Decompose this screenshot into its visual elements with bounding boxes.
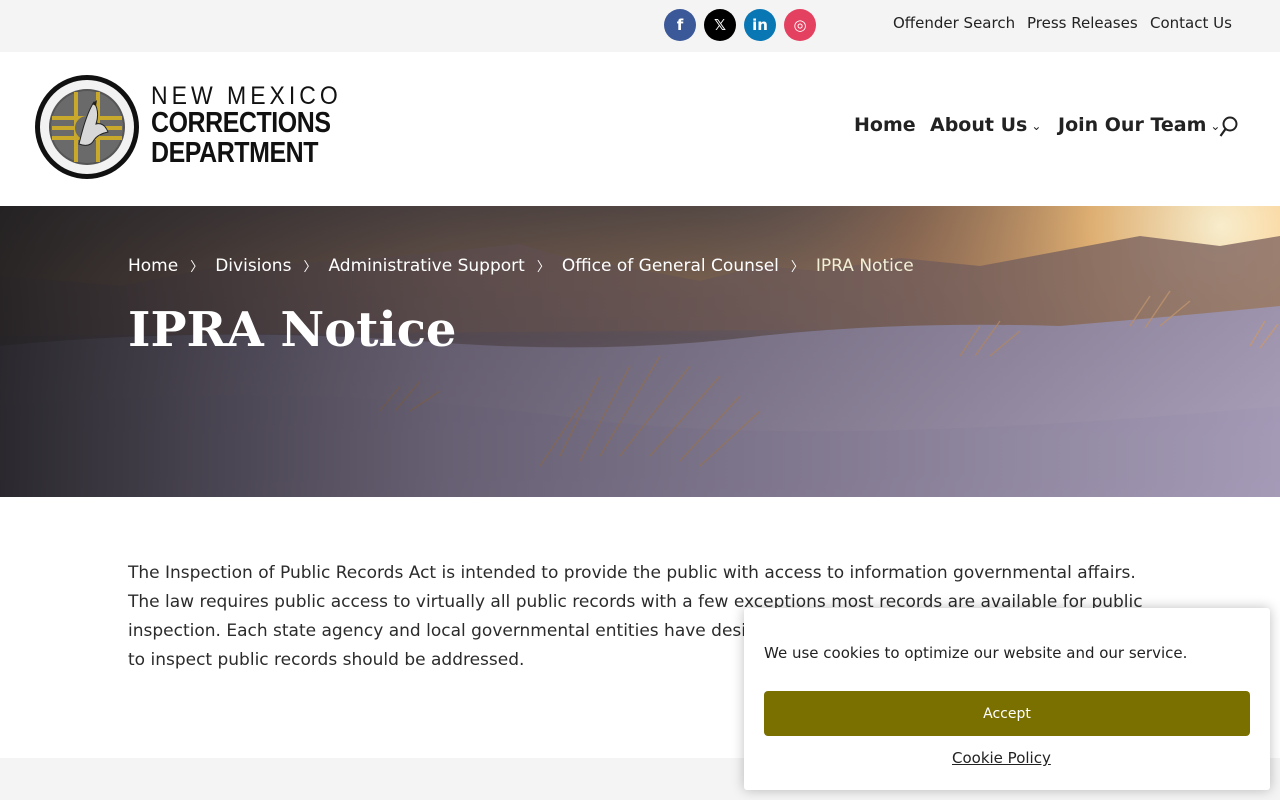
contact-us-link[interactable]: Contact Us — [1150, 14, 1232, 32]
chevron-right-icon: 〉 — [536, 260, 550, 275]
search-icon[interactable] — [1219, 116, 1239, 138]
nav-home[interactable]: Home — [854, 114, 916, 136]
x-twitter-icon[interactable]: 𝕏 — [704, 9, 736, 41]
breadcrumb-office-of-general-counsel[interactable]: Office of General Counsel — [562, 256, 779, 276]
chevron-down-icon: ⌄ — [1031, 118, 1042, 133]
logo-line-department: DEPARTMENT — [151, 137, 319, 169]
site-header: NEW MEXICO CORRECTIONS DEPARTMENT Home A… — [0, 52, 1280, 206]
nav-join-our-team-label: Join Our Team — [1058, 114, 1207, 136]
cookie-message: We use cookies to optimize our website a… — [764, 644, 1188, 662]
page-title: IPRA Notice — [128, 302, 457, 358]
top-utility-bar: f 𝕏 in ◎ Offender Search Press Releases … — [0, 0, 1280, 52]
logo-line-corrections: CORRECTIONS — [151, 107, 331, 139]
instagram-icon[interactable]: ◎ — [784, 9, 816, 41]
chevron-right-icon: 〉 — [190, 260, 204, 275]
chevron-right-icon: 〉 — [303, 260, 317, 275]
nav-home-label: Home — [854, 114, 916, 136]
cookie-policy-link[interactable]: Cookie Policy — [952, 749, 1051, 767]
page-hero-banner: Home 〉 Divisions 〉 Administrative Support 〉 Of… — [0, 206, 1280, 497]
nav-about-us[interactable]: About Us ⌄ — [930, 114, 1041, 136]
department-seal-logo[interactable] — [34, 74, 140, 180]
breadcrumb-home[interactable]: Home — [128, 256, 178, 276]
linkedin-icon[interactable]: in — [744, 9, 776, 41]
nav-join-our-team[interactable]: Join Our Team ⌄ — [1058, 114, 1220, 136]
breadcrumb-current: IPRA Notice — [815, 256, 914, 276]
offender-search-link[interactable]: Offender Search — [893, 14, 1015, 32]
facebook-icon[interactable]: f — [664, 9, 696, 41]
breadcrumb-divisions[interactable]: Divisions — [215, 256, 291, 276]
chevron-right-icon: 〉 — [790, 260, 804, 275]
department-name-logo[interactable]: NEW MEXICO CORRECTIONS DEPARTMENT — [151, 80, 360, 169]
breadcrumb-administrative-support[interactable]: Administrative Support — [328, 256, 524, 276]
nav-about-us-label: About Us — [930, 114, 1028, 136]
accept-cookies-button[interactable]: Accept — [764, 691, 1250, 736]
breadcrumb: Home 〉 Divisions 〉 Administrative Support 〉 Of… — [128, 256, 914, 276]
press-releases-link[interactable]: Press Releases — [1027, 14, 1138, 32]
cookie-consent-banner: We use cookies to optimize our website a… — [744, 608, 1270, 790]
logo-line-new-mexico: NEW MEXICO — [151, 80, 342, 110]
